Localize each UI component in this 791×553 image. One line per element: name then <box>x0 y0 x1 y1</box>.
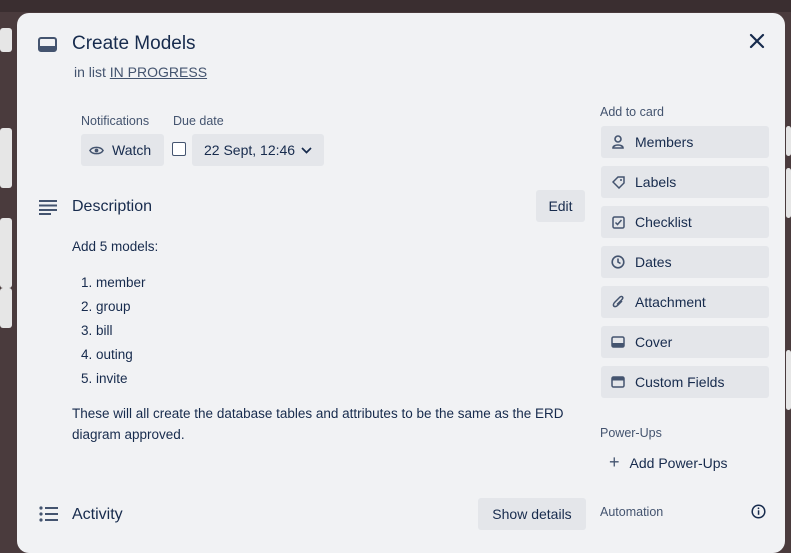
watch-label: Watch <box>112 142 152 158</box>
checklist-label: Checklist <box>635 214 692 230</box>
checkbox-icon <box>611 215 625 229</box>
dates-button[interactable]: Dates <box>601 246 769 278</box>
model-list: member group bill outing invite <box>72 271 582 391</box>
add-power-ups-button[interactable]: + Add Power-Ups <box>609 452 728 473</box>
watch-button[interactable]: Watch <box>81 134 164 166</box>
add-power-ups-label: Add Power-Ups <box>629 454 728 471</box>
show-details-button[interactable]: Show details <box>478 498 586 530</box>
list-link[interactable]: IN PROGRESS <box>110 64 207 80</box>
attachment-label: Attachment <box>635 294 706 310</box>
automation-label: Automation <box>600 505 664 519</box>
board-card-right-3 <box>786 350 791 410</box>
list-item: bill <box>96 319 582 343</box>
description-content[interactable]: Add 5 models: member group bill outing i… <box>72 235 582 445</box>
list-item: group <box>96 295 582 319</box>
plus-icon: + <box>609 452 620 472</box>
due-date-value: 22 Sept, 12:46 <box>204 142 296 158</box>
cover-label: Cover <box>635 334 673 350</box>
board-card-left-4 <box>0 288 12 328</box>
custom-fields-button[interactable]: Custom Fields <box>601 366 769 398</box>
close-button[interactable] <box>745 29 769 53</box>
attachment-button[interactable]: Attachment <box>601 286 769 318</box>
close-icon <box>749 33 765 49</box>
custom-fields-icon <box>611 376 625 388</box>
card-icon <box>38 37 57 52</box>
due-date-button[interactable]: 22 Sept, 12:46 <box>192 134 324 166</box>
card-detail-modal: Create Models in list IN PROGRESS Notifi… <box>17 13 785 553</box>
members-button[interactable]: Members <box>601 126 769 158</box>
labels-label: Labels <box>635 174 677 190</box>
labels-button[interactable]: Labels <box>601 166 769 198</box>
description-icon <box>39 200 57 215</box>
board-card-left-2 <box>0 128 12 188</box>
custom-fields-label: Custom Fields <box>635 374 725 390</box>
person-icon <box>612 135 624 149</box>
cover-button[interactable]: Cover <box>601 326 769 358</box>
board-background-top <box>0 0 791 12</box>
board-card-left-3 <box>0 218 12 288</box>
description-heading: Description <box>72 198 153 215</box>
description-outro: These will all create the database table… <box>72 406 564 442</box>
paperclip-icon <box>612 295 624 308</box>
tag-icon <box>611 175 625 189</box>
clock-icon <box>611 255 625 269</box>
power-ups-label: Power-Ups <box>600 426 662 440</box>
card-list-info: in list IN PROGRESS <box>74 64 207 80</box>
board-card-left <box>0 28 12 52</box>
info-icon[interactable] <box>751 504 766 519</box>
cover-icon <box>611 336 625 348</box>
notifications-label: Notifications <box>81 114 150 128</box>
activity-heading: Activity <box>72 506 123 523</box>
edit-description-button[interactable]: Edit <box>536 190 585 222</box>
card-title[interactable]: Create Models <box>72 33 196 55</box>
due-date-checkbox[interactable] <box>172 142 186 156</box>
chevron-down-icon <box>301 146 312 154</box>
description-intro: Add 5 models: <box>72 239 159 254</box>
due-date-label: Due date <box>173 114 224 128</box>
list-item: member <box>96 271 582 295</box>
list-item: outing <box>96 343 582 367</box>
members-label: Members <box>635 134 694 150</box>
checklist-button[interactable]: Checklist <box>601 206 769 238</box>
add-to-card-label: Add to card <box>600 105 664 119</box>
list-item: invite <box>96 367 582 391</box>
activity-icon <box>39 506 58 522</box>
dates-label: Dates <box>635 254 672 270</box>
board-card-right-2 <box>786 168 791 218</box>
board-card-right <box>786 126 791 156</box>
eye-icon <box>89 146 104 154</box>
list-prefix: in list <box>74 64 106 80</box>
